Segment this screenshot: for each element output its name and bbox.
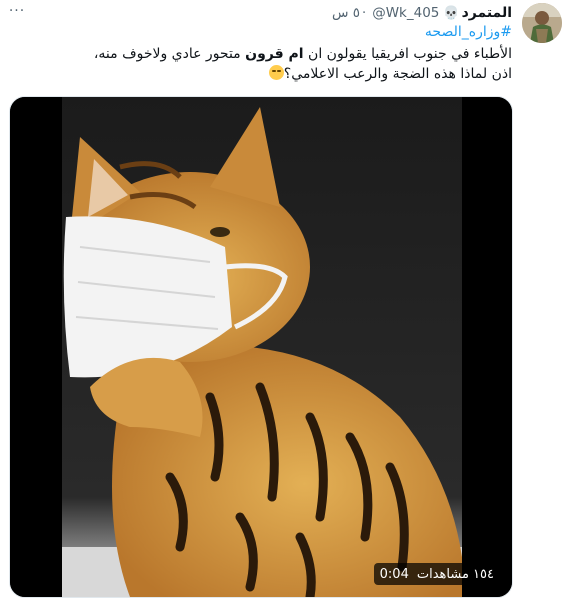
video-view-count: ١٥٤ مشاهدات bbox=[416, 566, 494, 582]
tweet[interactable]: ··· المتمرد 💀 @Wk_405 · ٥ س #وزاره_الصحه… bbox=[0, 0, 574, 606]
more-options-icon[interactable]: ··· bbox=[8, 2, 26, 20]
skull-emoji-icon: 💀 bbox=[443, 5, 460, 21]
video-player[interactable]: 0:04 ١٥٤ مشاهدات bbox=[9, 96, 513, 598]
tweet-text: الأطباء في جنوب افريقيا يقولون ان ام قرو… bbox=[93, 46, 512, 82]
avatar[interactable] bbox=[522, 3, 562, 43]
video-duration: 0:04 bbox=[379, 566, 409, 582]
separator-dot: · bbox=[362, 5, 367, 21]
author-handle[interactable]: @Wk_405 bbox=[372, 5, 439, 21]
author-name[interactable]: المتمرد bbox=[462, 5, 512, 21]
video-info-badge: 0:04 ١٥٤ مشاهدات bbox=[373, 563, 500, 585]
hashtag-link[interactable]: #وزاره_الصحه bbox=[425, 24, 512, 40]
tweet-header: المتمرد 💀 @Wk_405 · ٥ س bbox=[332, 3, 512, 23]
bold-phrase: ام قرون bbox=[245, 46, 304, 62]
unamused-face-emoji-icon bbox=[268, 65, 284, 80]
tweet-timestamp[interactable]: ٥ س bbox=[332, 5, 360, 21]
video-thumbnail bbox=[10, 97, 512, 597]
